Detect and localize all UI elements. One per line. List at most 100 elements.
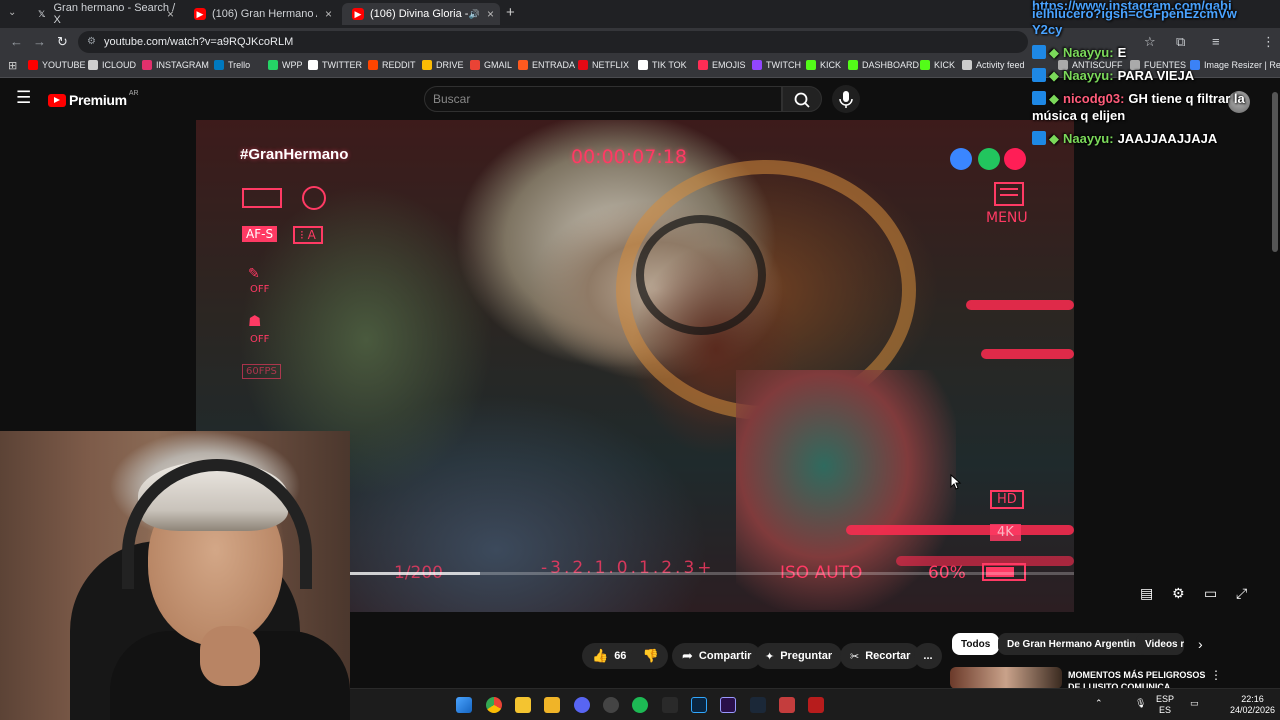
bookmark-item[interactable]: TWITTER [308,60,362,70]
chevron-right-icon[interactable]: › [1198,636,1203,652]
youtube-icon: ▶ [194,8,206,20]
bookmark-item[interactable]: DRIVE [422,60,464,70]
sticky-notes-icon[interactable] [515,697,531,713]
related-more-icon[interactable]: ⋮ [1210,668,1222,682]
back-arrow-icon[interactable]: ← [10,34,23,49]
streaming-app-icon[interactable] [808,697,824,713]
address-bar[interactable]: ⚙ youtube.com/watch?v=a9RQJKcoRLM [78,31,1028,53]
close-tab-icon[interactable]: × [325,7,332,21]
bookmark-item[interactable]: KICK [806,60,841,70]
bookmark-label: TIK TOK [652,60,687,70]
bookmark-item[interactable]: TIK TOK [638,60,687,70]
chat-text: JAAJJAAJJAJA [1117,131,1218,146]
apps-grid-icon[interactable]: ⊞ [8,59,17,72]
tab-gran-hermano[interactable]: ▶ (106) Gran Hermano Argentina × [184,3,338,25]
speaker-icon[interactable]: 🔊 [469,9,480,20]
youtube-logo-icon [48,93,66,107]
bookmark-item[interactable]: REDDIT [368,60,416,70]
search-icon [794,92,810,108]
chat-gem-icon: ◆ [1049,91,1059,106]
search-input[interactable]: Buscar [424,86,782,112]
chat-message: Y2cy [1032,22,1062,37]
share-button[interactable]: ➦ Compartir [672,643,762,669]
share-arrow-icon: ➦ [682,648,693,663]
discord-icon[interactable] [574,697,590,713]
chat-message: ◆ Naayyu: E [1032,45,1126,61]
like-button[interactable]: 👍 66 [592,648,626,664]
bookmark-label: Activity feed [976,60,1025,70]
person-off-label: OFF [250,334,270,345]
tab-divina-gloria[interactable]: ▶ (106) Divina Gloria - Gran H 🔊 × [342,3,500,25]
fullscreen-icon[interactable]: ⤢ [1236,585,1247,602]
bookmark-label: YOUTUBE [42,60,86,70]
forward-arrow-icon[interactable]: → [33,34,46,49]
hd-badge: HD [990,490,1024,509]
file-explorer-icon[interactable] [544,697,560,713]
chip-gran-hermano[interactable]: De Gran Hermano Argentina [998,633,1151,655]
more-actions-button[interactable]: ... [914,643,942,669]
youtube-premium-logo[interactable]: Premium AR [48,89,139,108]
steam-icon[interactable] [750,697,766,713]
bookmark-label: KICK [820,60,842,70]
bookmark-item[interactable]: GMAIL [470,60,512,70]
tab-list-chevron-icon[interactable]: ⌄ [8,7,16,18]
bookmark-item[interactable]: YOUTUBE [28,60,86,70]
chip-related-videos[interactable]: Videos re [1136,633,1184,655]
menu-icon [994,182,1024,206]
bookmark-item[interactable]: INSTAGRAM [142,60,209,70]
theater-mode-icon[interactable]: ▭ [1204,585,1217,602]
bookmark-favicon-icon [638,60,648,70]
bookmark-item[interactable]: TWITCH [752,60,801,70]
green-dot [978,148,1000,170]
tab-x-search[interactable]: 𝕏 Gran hermano - Search / X × [26,2,180,26]
bookmark-label: TWITTER [322,60,362,70]
related-video-thumbnail[interactable] [950,667,1062,689]
bookmark-item[interactable]: DASHBOARD [848,60,919,70]
close-tab-icon[interactable]: × [167,7,174,21]
chatgpt-icon[interactable] [662,697,678,713]
subtitles-icon[interactable]: ▤ [1140,585,1153,602]
metering-badge: ⁝ A [293,226,323,244]
keyboard-code: ES [1159,705,1172,715]
close-tab-icon[interactable]: × [487,7,494,21]
chip-label: Todos [961,638,991,650]
hamburger-menu-icon[interactable]: ☰ [16,88,31,108]
app-icon[interactable] [779,697,795,713]
chip-all[interactable]: Todos [952,633,1000,655]
language-indicator[interactable]: ESP ES [1156,694,1174,716]
exposure-scale: -3.2.1.0.1.2.3+ [541,558,715,578]
dislike-button[interactable]: 👎 [642,648,658,664]
settings-gear-icon[interactable]: ⚙ [1172,585,1185,602]
chrome-icon[interactable] [486,697,502,713]
reload-icon[interactable]: ↻ [57,34,68,50]
bookmark-label: GMAIL [484,60,513,70]
bookmark-item[interactable]: WPP [268,60,303,70]
search-button[interactable] [782,86,822,112]
region-code: AR [128,89,139,97]
bookmark-item[interactable]: Activity feed [962,60,1025,70]
bookmark-item[interactable]: ENTRADA [518,60,575,70]
windows-start-icon[interactable] [456,697,472,713]
premiere-icon[interactable] [720,697,736,713]
tray-chevron-icon[interactable]: ⌃ [1095,698,1103,709]
photoshop-icon[interactable] [691,697,707,713]
clock-time: 22:16 [1241,694,1264,704]
ask-button[interactable]: ✦ Preguntar [755,643,843,669]
obs-icon[interactable] [603,697,619,713]
clock[interactable]: 22:16 24/02/2026 [1230,694,1275,716]
clip-button[interactable]: ✂ Recortar [840,643,921,669]
spotify-icon[interactable] [632,697,648,713]
bookmark-item[interactable]: KICK [920,60,955,70]
network-icon[interactable]: ▭ [1190,698,1199,709]
new-tab-plus-icon[interactable]: + [506,4,515,21]
mic-tray-icon[interactable]: 🎙 [1135,698,1146,709]
voice-search-button[interactable] [832,85,860,113]
frame-icon [242,188,282,208]
blue-dot [950,148,972,170]
bookmark-item[interactable]: NETFLIX [578,60,629,70]
site-info-icon[interactable]: ⚙ [87,31,96,53]
progress-track[interactable] [350,572,1074,575]
bookmark-item[interactable]: EMOJIS [698,60,746,70]
bookmark-item[interactable]: ICLOUD [88,60,136,70]
bookmark-item[interactable]: Trello [214,60,250,70]
